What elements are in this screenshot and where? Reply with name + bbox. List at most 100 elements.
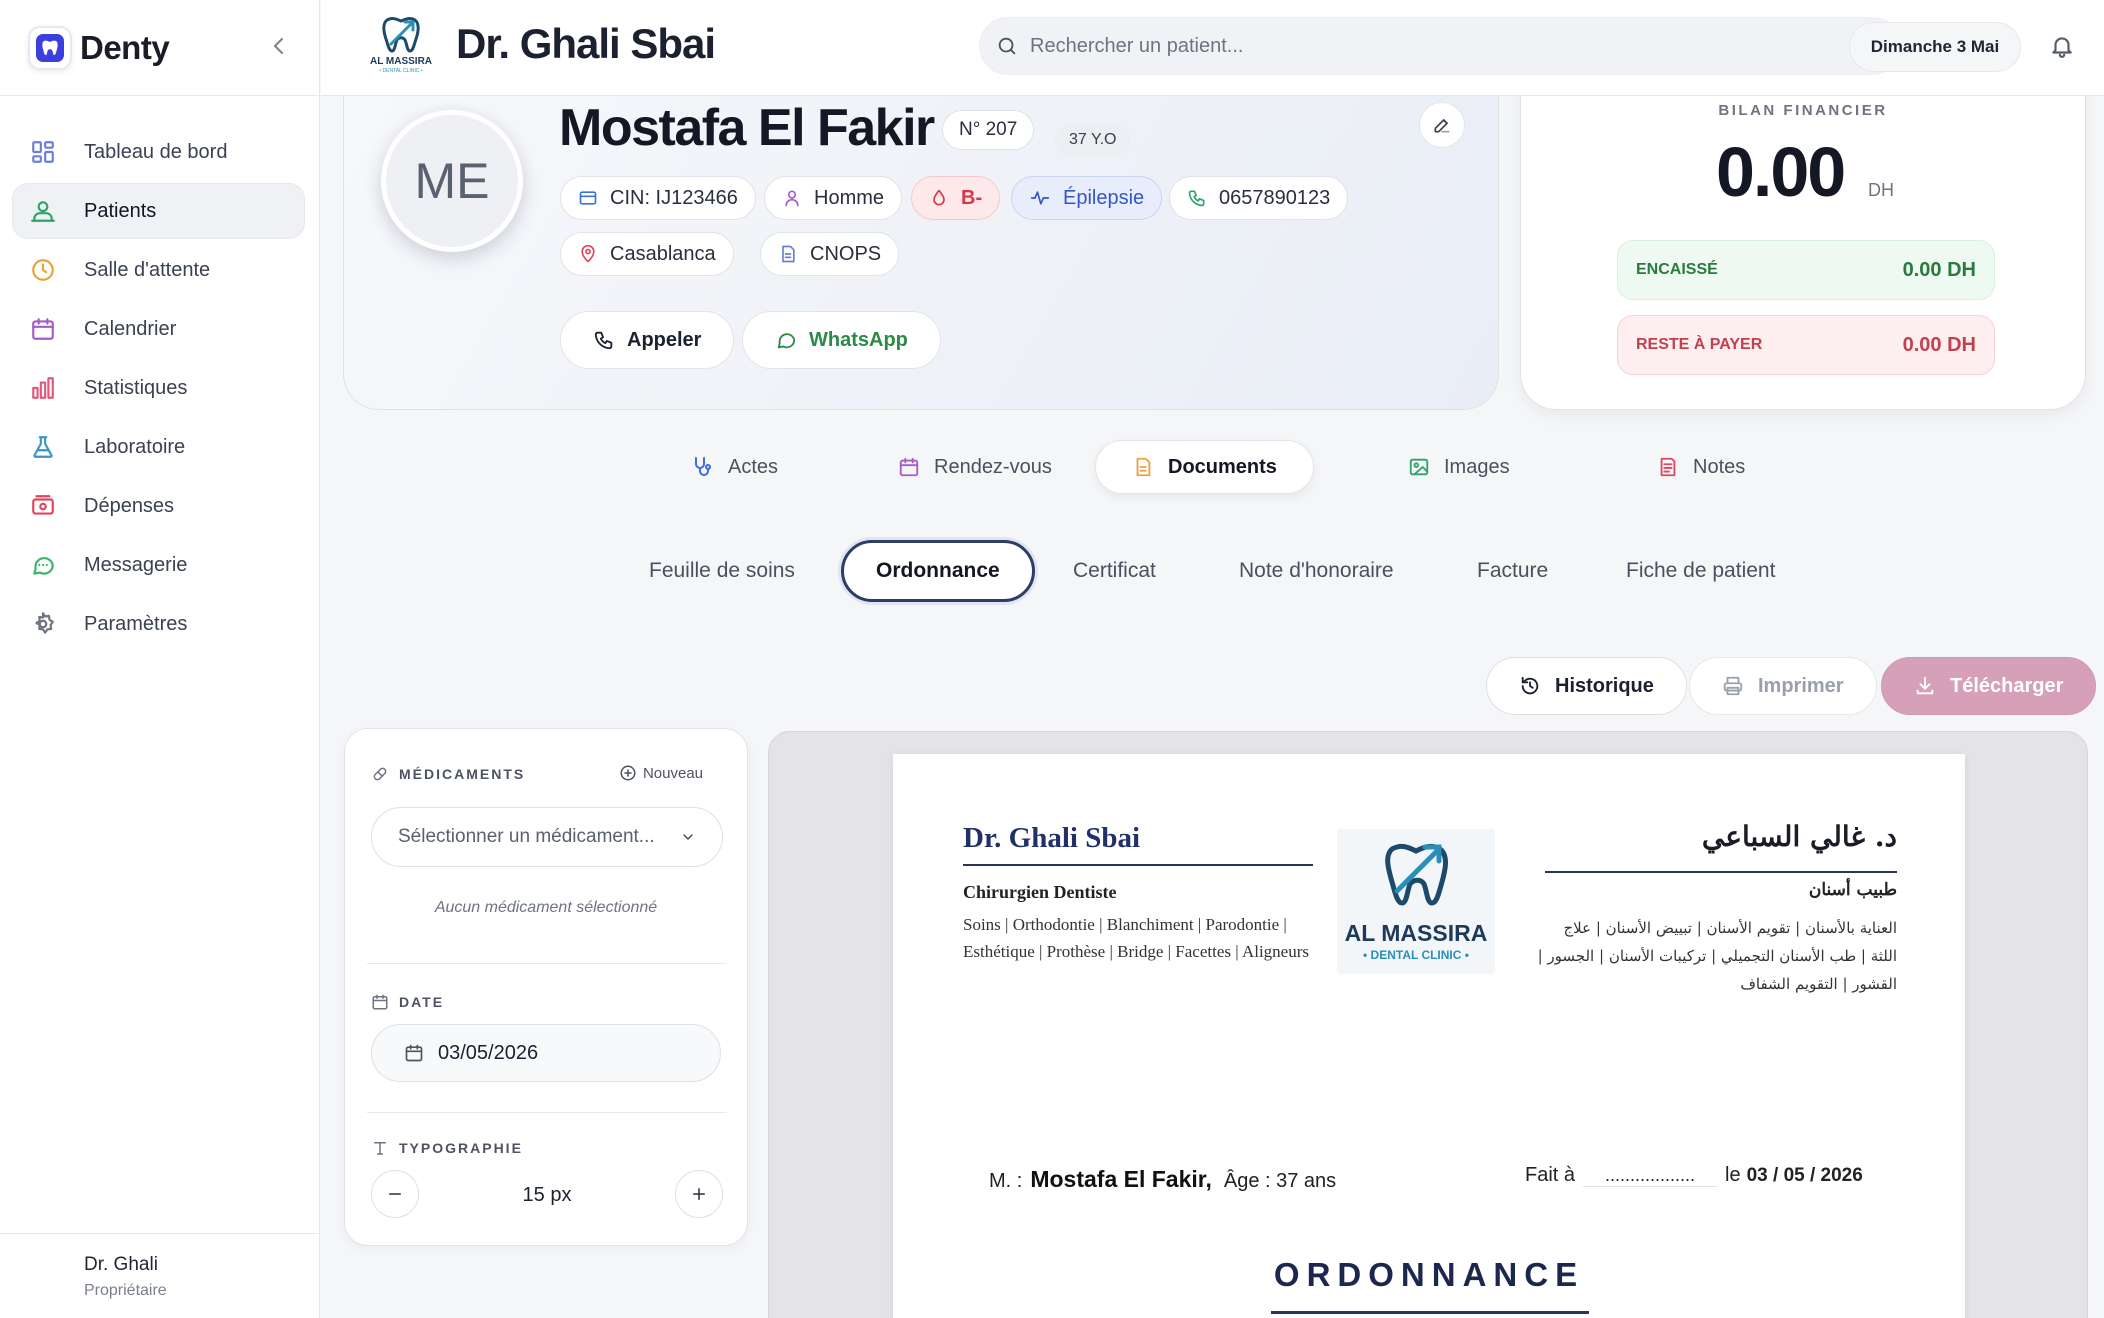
letterhead-doctor-title-arabic: طبيب أسنان bbox=[1808, 880, 1897, 900]
document-patient-age: Âge : 37 ans bbox=[1223, 1170, 1337, 1192]
sidebar-item-laboratory[interactable]: Laboratoire bbox=[12, 419, 305, 475]
sidebar-item-expenses[interactable]: Dépenses bbox=[12, 478, 305, 534]
user-profile[interactable]: Dr. Ghali Propriétaire bbox=[0, 1233, 320, 1318]
download-button[interactable]: Télécharger bbox=[1881, 657, 2097, 715]
medications-section-label: MÉDICAMENTS bbox=[371, 765, 525, 783]
sidebar-item-messaging[interactable]: Messagerie bbox=[12, 537, 305, 593]
download-icon bbox=[1914, 675, 1950, 697]
paid-value: 0.00 DH bbox=[1902, 258, 1976, 281]
financial-summary: BILAN FINANCIER 0.00 DH ENCAISSÉ 0.00 DH… bbox=[1520, 60, 2086, 410]
notification-bell-icon[interactable] bbox=[2049, 32, 2075, 60]
top-bar: AL MASSIRA • DENTAL CLINIC • Dr. Ghali S… bbox=[321, 0, 2104, 96]
sidebar-item-label: Messagerie bbox=[84, 553, 188, 576]
print-button[interactable]: Imprimer bbox=[1689, 657, 1877, 715]
image-icon bbox=[1408, 456, 1444, 478]
phone-icon bbox=[593, 329, 627, 351]
message-icon bbox=[30, 552, 56, 578]
due-value: 0.00 DH bbox=[1902, 333, 1976, 356]
sidebar-item-patients[interactable]: Patients bbox=[12, 183, 305, 239]
history-icon bbox=[1519, 675, 1555, 697]
sidebar: Denty Tableau de bord Patients Salle d'a… bbox=[0, 0, 320, 1318]
place-date-line: Fait à .................. le 03 / 05 / 2… bbox=[1525, 1164, 1863, 1187]
subtab-note-honoraire[interactable]: Note d'honoraire bbox=[1239, 540, 1394, 602]
location-pin-icon bbox=[578, 244, 610, 264]
edit-patient-button[interactable] bbox=[1419, 102, 1465, 148]
search-input[interactable] bbox=[1030, 34, 1830, 58]
sidebar-item-label: Calendrier bbox=[84, 317, 177, 340]
users-icon bbox=[30, 198, 56, 224]
document-icon bbox=[778, 244, 810, 264]
call-label: Appeler bbox=[627, 328, 702, 351]
tab-actes[interactable]: Actes bbox=[654, 440, 814, 494]
stethoscope-icon bbox=[690, 455, 728, 479]
heading-underline bbox=[1271, 1311, 1589, 1314]
tab-notes[interactable]: Notes bbox=[1621, 440, 1781, 494]
subtab-feuille-de-soins[interactable]: Feuille de soins bbox=[649, 540, 795, 602]
finance-title: BILAN FINANCIER bbox=[1718, 102, 1888, 119]
sidebar-item-label: Patients bbox=[84, 199, 157, 222]
id-card-icon bbox=[578, 188, 610, 208]
collapse-sidebar-icon[interactable] bbox=[269, 34, 289, 58]
medication-select[interactable]: Sélectionner un médicament... bbox=[371, 807, 723, 867]
document-heading: ORDONNANCE bbox=[1273, 1256, 1585, 1293]
denty-logo-icon[interactable] bbox=[28, 25, 72, 70]
city-value: Casablanca bbox=[610, 242, 716, 265]
font-size-increase-button[interactable] bbox=[675, 1170, 723, 1218]
subtab-certificat[interactable]: Certificat bbox=[1073, 540, 1156, 602]
divider bbox=[367, 1112, 727, 1113]
phone-icon bbox=[1187, 188, 1219, 208]
clinic-logo-text: AL MASSIRA bbox=[370, 56, 432, 67]
date-input[interactable]: 03/05/2026 bbox=[371, 1024, 721, 1082]
whatsapp-button[interactable]: WhatsApp bbox=[742, 311, 941, 369]
tab-rendez-vous[interactable]: Rendez-vous bbox=[862, 440, 1088, 494]
patient-search[interactable] bbox=[979, 17, 1901, 75]
patient-name: Mostafa El Fakir bbox=[559, 99, 935, 157]
whatsapp-label: WhatsApp bbox=[809, 328, 908, 351]
print-label: Imprimer bbox=[1758, 674, 1844, 697]
cin-chip: CIN: IJ123466 bbox=[560, 176, 756, 220]
finance-due-row: RESTE À PAYER 0.00 DH bbox=[1617, 315, 1995, 375]
sidebar-item-dashboard[interactable]: Tableau de bord bbox=[12, 124, 305, 180]
condition-chip: Épilepsie bbox=[1011, 176, 1163, 220]
sidebar-item-settings[interactable]: Paramètres bbox=[12, 596, 305, 652]
insurance-value: CNOPS bbox=[810, 242, 882, 265]
letterhead-doctor-title: Chirurgien Dentiste bbox=[963, 882, 1117, 902]
gear-icon bbox=[30, 611, 56, 637]
paid-label: ENCAISSÉ bbox=[1636, 261, 1718, 278]
doctor-name: Dr. Ghali Sbai bbox=[456, 20, 716, 67]
tab-label: Actes bbox=[728, 455, 779, 478]
sidebar-item-statistics[interactable]: Statistiques bbox=[12, 360, 305, 416]
sidebar-item-waiting-room[interactable]: Salle d'attente bbox=[12, 242, 305, 298]
subtab-facture[interactable]: Facture bbox=[1477, 540, 1548, 602]
place-field[interactable]: .................. bbox=[1583, 1165, 1718, 1187]
letterhead-doctor-name: Dr. Ghali Sbai bbox=[963, 822, 1141, 854]
dashboard-icon bbox=[30, 139, 56, 165]
subtab-ordonnance[interactable]: Ordonnance bbox=[841, 540, 1035, 602]
insurance-chip: CNOPS bbox=[760, 232, 900, 276]
clinic-logo: AL MASSIRA • DENTAL CLINIC • bbox=[365, 14, 437, 74]
prescription-panel: MÉDICAMENTS Nouveau Sélectionner un médi… bbox=[344, 728, 748, 1246]
phone-chip[interactable]: 0657890123 bbox=[1169, 176, 1349, 220]
date-value: 03/05/2026 bbox=[438, 1041, 539, 1064]
tab-documents[interactable]: Documents bbox=[1095, 440, 1314, 494]
sidebar-item-label: Laboratoire bbox=[84, 435, 186, 458]
printer-icon bbox=[1722, 675, 1758, 697]
tab-images[interactable]: Images bbox=[1372, 440, 1546, 494]
call-button[interactable]: Appeler bbox=[560, 311, 735, 369]
cin-value: CIN: IJ123466 bbox=[610, 186, 738, 209]
prescription-paper: Dr. Ghali Sbai Chirurgien Dentiste Soins… bbox=[893, 754, 1965, 1318]
typography-section-label: TYPOGRAPHIE bbox=[371, 1139, 523, 1157]
clinic-logo-subtext: • DENTAL CLINIC • bbox=[379, 68, 422, 74]
new-medication-button[interactable]: Nouveau bbox=[619, 764, 703, 782]
calendar-icon bbox=[404, 1043, 438, 1063]
person-icon bbox=[782, 188, 814, 208]
sidebar-item-calendar[interactable]: Calendrier bbox=[12, 301, 305, 357]
patient-card: ME Mostafa El Fakir N° 207 37 Y.O CIN: I… bbox=[343, 60, 1499, 410]
typography-label: TYPOGRAPHIE bbox=[399, 1140, 523, 1156]
subtab-fiche-patient[interactable]: Fiche de patient bbox=[1626, 540, 1775, 602]
gender-chip: Homme bbox=[764, 176, 903, 220]
logo-text: AL MASSIRA bbox=[1345, 920, 1488, 946]
edit-icon bbox=[1432, 115, 1452, 135]
history-button[interactable]: Historique bbox=[1486, 657, 1687, 715]
flask-icon bbox=[30, 434, 56, 460]
